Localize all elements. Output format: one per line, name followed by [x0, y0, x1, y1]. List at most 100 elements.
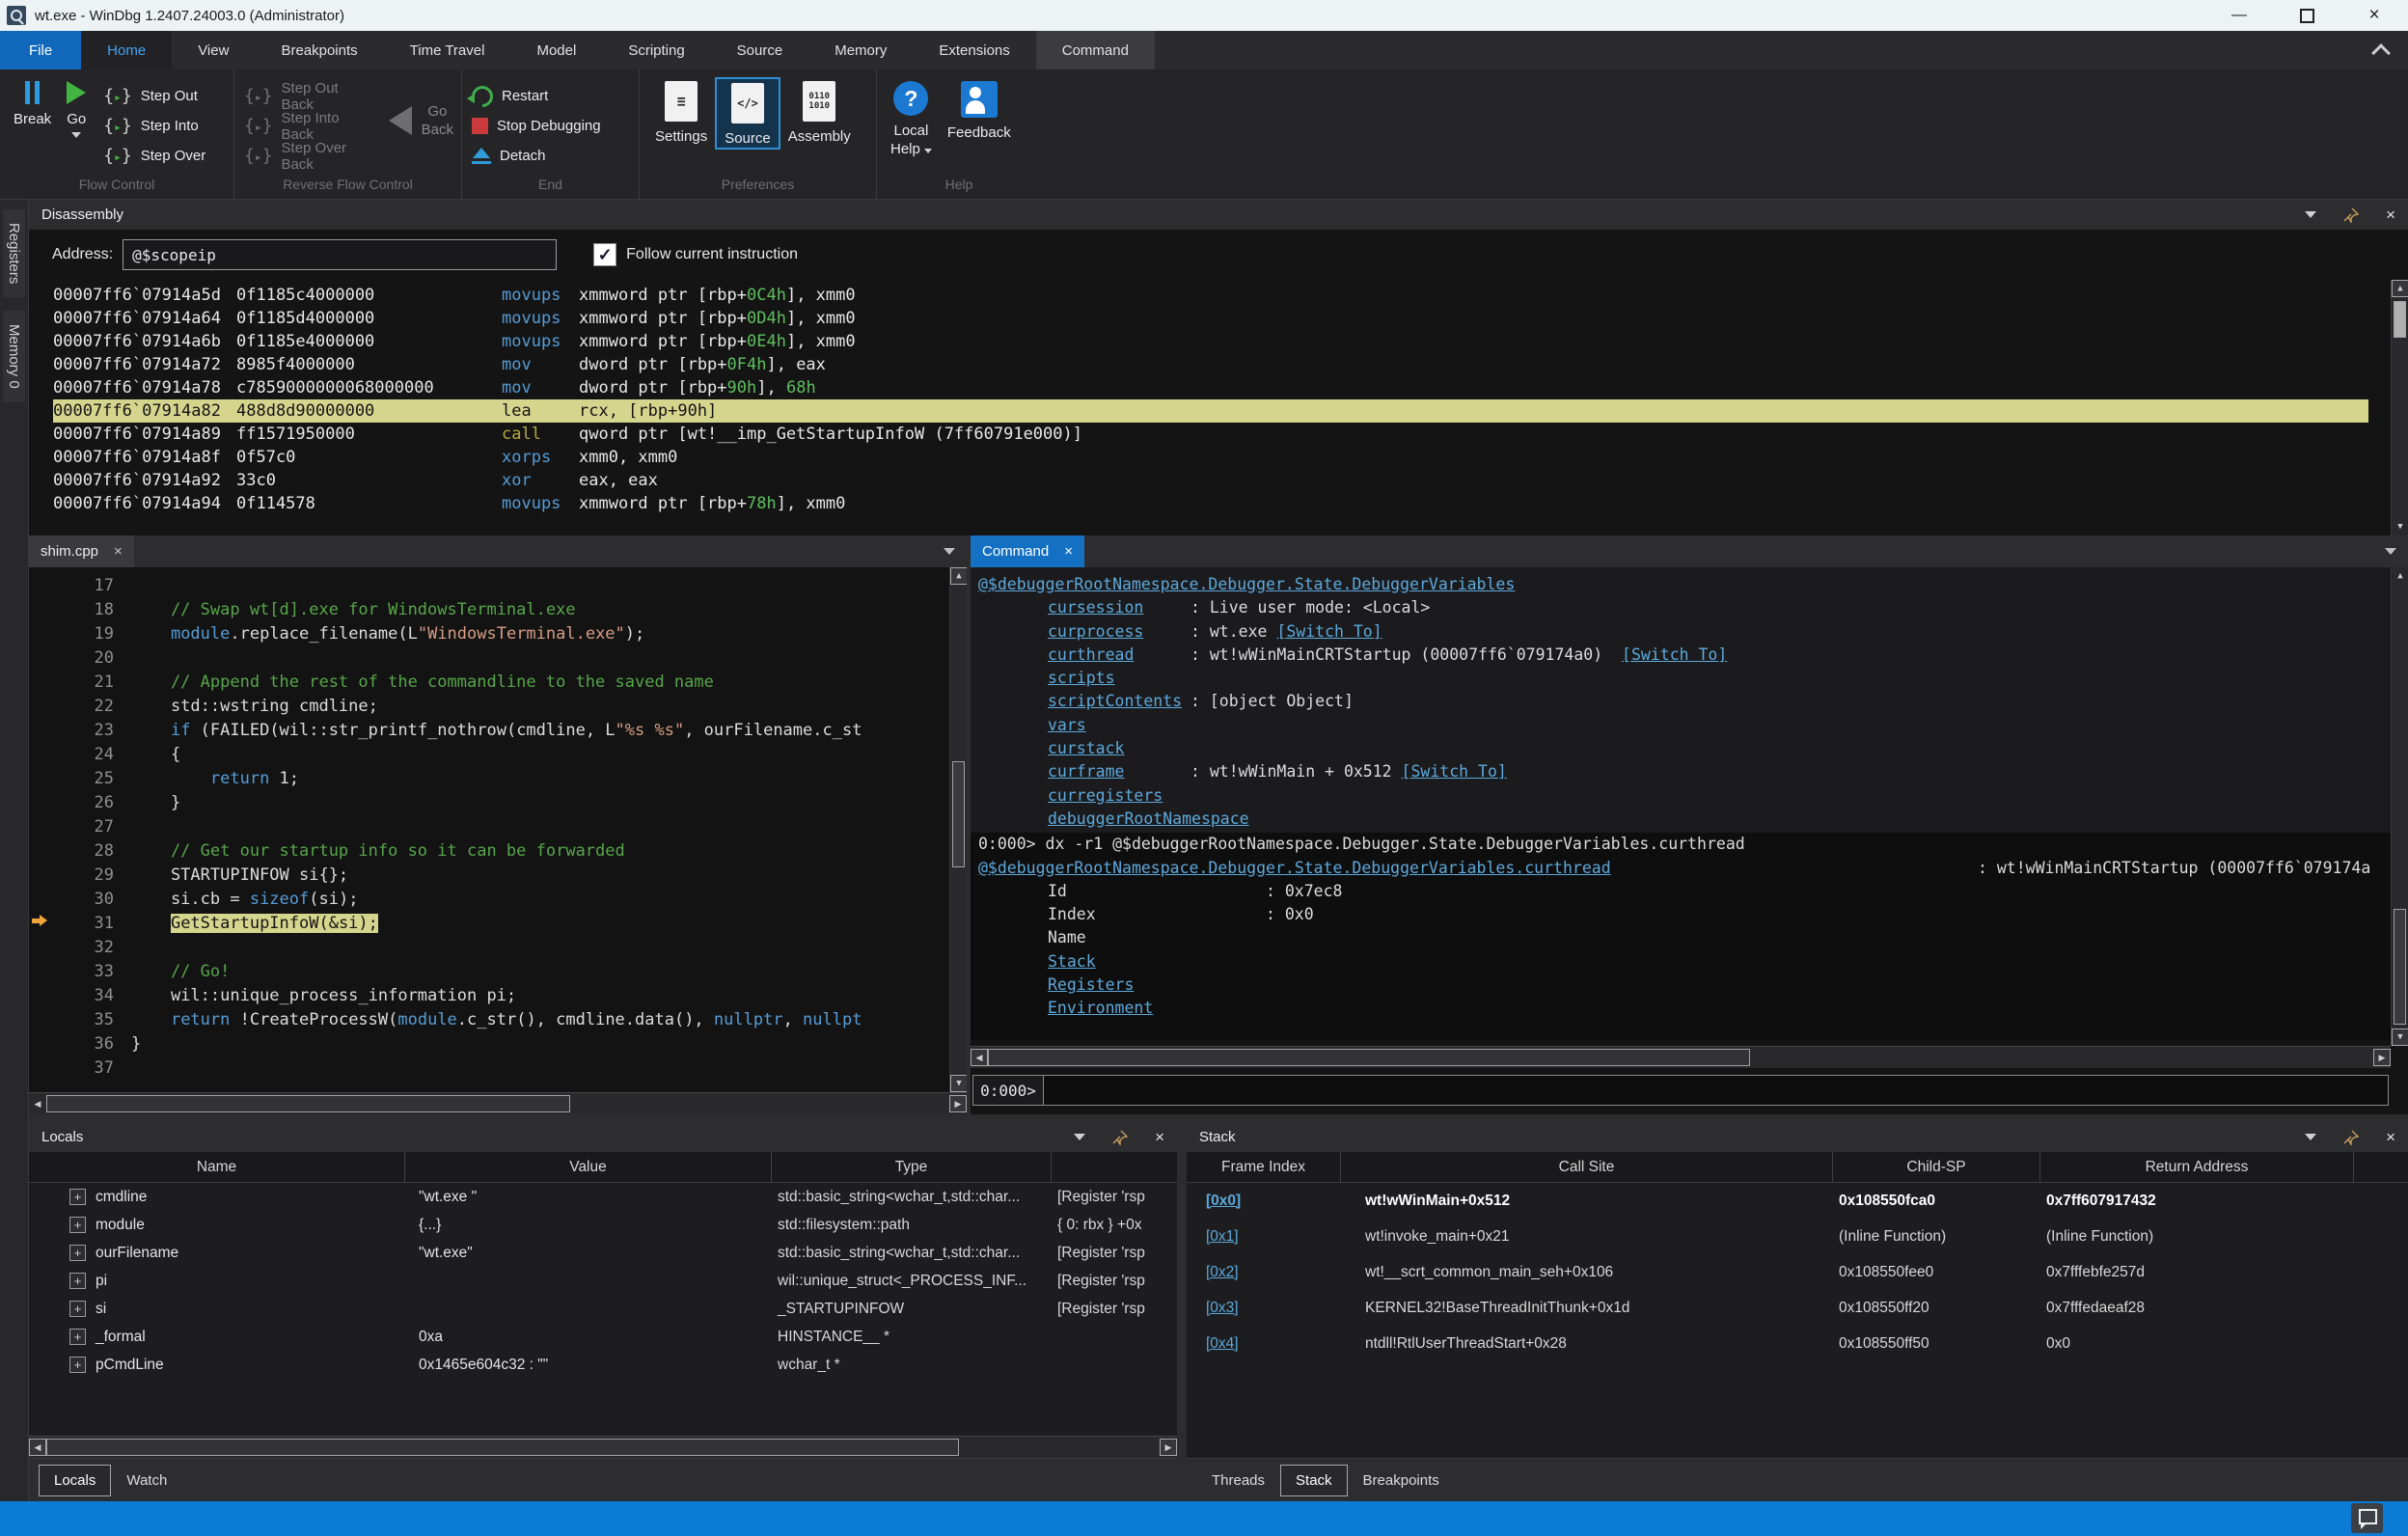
go-back-button[interactable]: GoBack [381, 77, 461, 139]
menu-tab-source[interactable]: Source [711, 31, 809, 69]
menu-tab-command[interactable]: Command [1036, 31, 1155, 69]
frame-link[interactable]: [0x2] [1206, 1264, 1239, 1280]
locals-row[interactable]: +module{...}std::filesystem::path{ 0: rb… [29, 1211, 1177, 1239]
expand-icon[interactable]: + [69, 1357, 86, 1373]
source-line[interactable]: 26 } [29, 791, 967, 815]
disassembly-line[interactable]: 00007ff6`07914a78c7859000000068000000mov… [53, 376, 2408, 399]
dml-link[interactable]: vars [1048, 716, 1086, 734]
feedback-button[interactable]: Feedback [940, 77, 1019, 142]
dml-link[interactable]: curframe [1048, 762, 1124, 781]
dml-link[interactable]: @$debuggerRootNamespace.Debugger.State.D… [978, 575, 1515, 593]
disassembly-line[interactable]: 00007ff6`07914a640f1185d4000000movupsxmm… [53, 307, 2408, 330]
source-vertical-scrollbar[interactable]: ▲ ▼ [949, 567, 967, 1092]
source-line[interactable]: 24 { [29, 743, 967, 767]
scrollbar-thumb[interactable] [2394, 909, 2406, 1025]
address-input[interactable] [123, 239, 557, 270]
menu-tab-home[interactable]: Home [81, 31, 172, 69]
dml-link[interactable]: curstack [1048, 739, 1124, 757]
dml-link[interactable]: @$debuggerRootNamespace.Debugger.State.D… [978, 859, 1611, 877]
dml-link[interactable]: Stack [1048, 952, 1096, 971]
frame-link[interactable]: [0x3] [1206, 1300, 1239, 1316]
locals-horizontal-scrollbar[interactable]: ◀ ▶ [29, 1436, 1177, 1458]
step-into-back-button[interactable]: {▸} Step Into Back [234, 111, 381, 141]
source-horizontal-scrollbar[interactable]: ◀ ▶ [29, 1092, 967, 1114]
pin-icon[interactable] [2343, 207, 2359, 223]
disassembly-line[interactable]: 00007ff6`07914a9233c0xoreax, eax [53, 469, 2408, 492]
command-horizontal-scrollbar[interactable]: ◀ ▶ [971, 1046, 2391, 1068]
locals-row[interactable]: +si_STARTUPINFOW[Register 'rsp [29, 1295, 1177, 1323]
minimize-button[interactable]: — [2205, 0, 2273, 31]
disassembly-vertical-scrollbar[interactable]: ▲ ▼ [2391, 280, 2408, 535]
step-out-back-button[interactable]: {▸} Step Out Back [234, 81, 381, 111]
stack-row[interactable]: [0x0]wt!wWinMain+0x5120x108550fca00x7ff6… [1187, 1183, 2408, 1219]
menu-tab-file[interactable]: File [0, 31, 81, 69]
scrollbar-thumb[interactable] [46, 1439, 959, 1456]
tab-stack[interactable]: Stack [1280, 1465, 1348, 1496]
expand-icon[interactable]: + [69, 1301, 86, 1317]
collapse-ribbon-button[interactable] [2354, 31, 2408, 69]
switch-to-link[interactable]: [Switch To] [1276, 622, 1382, 641]
restart-button[interactable]: Restart [462, 81, 611, 111]
switch-to-link[interactable]: [Switch To] [1622, 645, 1727, 664]
panel-close-icon[interactable]: × [2386, 1129, 2395, 1145]
step-over-button[interactable]: {▸} Step Over [94, 141, 215, 171]
disassembly-line[interactable]: 00007ff6`07914a728985f4000000movdword pt… [53, 353, 2408, 376]
expand-icon[interactable]: + [69, 1329, 86, 1345]
pin-icon[interactable] [2343, 1130, 2359, 1145]
source-line[interactable]: 22 std::wstring cmdline; [29, 695, 967, 719]
panel-menu-icon[interactable] [2305, 211, 2316, 218]
column-header-name[interactable]: Name [29, 1152, 405, 1182]
menu-tab-view[interactable]: View [172, 31, 255, 69]
stack-row[interactable]: [0x2]wt!__scrt_common_main_seh+0x1060x10… [1187, 1254, 2408, 1290]
expand-icon[interactable]: + [69, 1217, 86, 1233]
source-line[interactable]: 21 // Append the rest of the commandline… [29, 671, 967, 695]
source-line[interactable]: 27 [29, 815, 967, 839]
tab-list-dropdown-icon[interactable] [2385, 548, 2396, 555]
locals-row[interactable]: +piwil::unique_struct<_PROCESS_INF...[Re… [29, 1267, 1177, 1295]
scrollbar-thumb[interactable] [46, 1095, 570, 1112]
source-line[interactable]: 20 [29, 646, 967, 671]
close-button[interactable]: × [2340, 0, 2408, 31]
disassembly-line[interactable]: 00007ff6`07914a940f114578movupsxmmword p… [53, 492, 2408, 515]
stack-row[interactable]: [0x4]ntdll!RtlUserThreadStart+0x280x1085… [1187, 1326, 2408, 1361]
disassembly-current-line[interactable]: 00007ff6`07914a82488d8d90000000learcx, [… [53, 399, 2368, 423]
source-line[interactable]: 23 if (FAILED(wil::str_printf_nothrow(cm… [29, 719, 967, 743]
side-tab-memory[interactable]: Memory 0 [3, 311, 25, 402]
command-input[interactable] [1044, 1075, 2389, 1106]
follow-current-instruction-checkbox[interactable]: ✓ [593, 243, 616, 266]
break-button[interactable]: Break [6, 77, 59, 128]
dml-link[interactable]: scriptContents [1048, 692, 1182, 710]
restore-button[interactable] [2273, 0, 2340, 31]
frame-link[interactable]: [0x1] [1206, 1228, 1239, 1245]
source-line[interactable]: 19 module.replace_filename(L"WindowsTerm… [29, 622, 967, 646]
column-header-child-sp[interactable]: Child-SP [1833, 1152, 2040, 1182]
scrollbar-thumb[interactable] [952, 761, 965, 867]
dml-link[interactable]: Environment [1048, 999, 1153, 1017]
stack-row[interactable]: [0x1]wt!invoke_main+0x21(Inline Function… [1187, 1219, 2408, 1254]
dml-link[interactable]: curprocess [1048, 622, 1143, 641]
scrollbar-thumb[interactable] [2394, 301, 2406, 338]
settings-button[interactable]: ≡ Settings [647, 77, 715, 146]
dml-link[interactable]: cursession [1048, 598, 1143, 617]
source-line[interactable]: 29 STARTUPINFOW si{}; [29, 864, 967, 888]
step-into-button[interactable]: {▸} Step Into [94, 111, 215, 141]
source-line[interactable]: 18 // Swap wt[d].exe for WindowsTerminal… [29, 598, 967, 622]
menu-tab-memory[interactable]: Memory [808, 31, 913, 69]
column-header-value[interactable]: Value [405, 1152, 772, 1182]
tab-locals[interactable]: Locals [39, 1465, 111, 1496]
tab-breakpoints[interactable]: Breakpoints [1348, 1465, 1455, 1496]
source-line[interactable]: 37 [29, 1056, 967, 1081]
dml-link[interactable]: Registers [1048, 975, 1134, 994]
locals-row[interactable]: +ourFilename"wt.exe"std::basic_string<wc… [29, 1239, 1177, 1267]
column-header-frame-index[interactable]: Frame Index [1187, 1152, 1341, 1182]
panel-close-icon[interactable]: × [2386, 206, 2395, 223]
frame-link[interactable]: [0x4] [1206, 1335, 1239, 1352]
scrollbar-thumb[interactable] [988, 1049, 1750, 1066]
locals-row[interactable]: +cmdline"wt.exe "std::basic_string<wchar… [29, 1183, 1177, 1211]
tab-command[interactable]: Command × [971, 535, 1084, 567]
side-tab-registers[interactable]: Registers [3, 209, 25, 297]
dml-link[interactable]: scripts [1048, 669, 1115, 687]
feedback-bubble-icon[interactable] [2351, 1503, 2383, 1533]
source-current-line[interactable]: 31 GetStartupInfoW(&si); [29, 912, 967, 936]
dml-link[interactable]: curthread [1048, 645, 1134, 664]
